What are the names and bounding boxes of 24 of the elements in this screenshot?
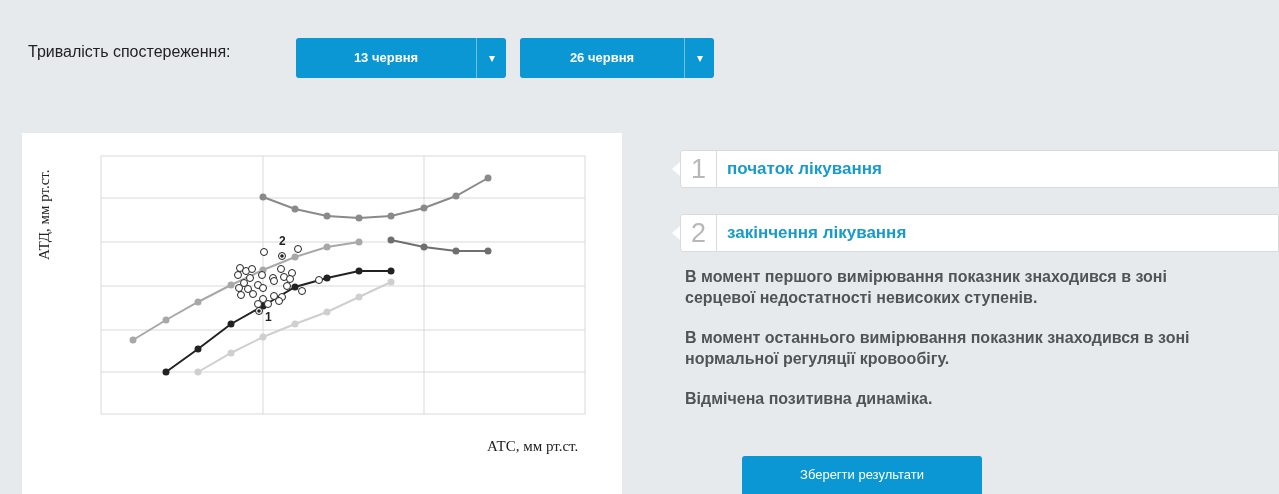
x-axis-title: АТС, мм рт.ст. [487,438,579,454]
data-point [258,271,266,279]
dropdown-value: 13 червня [352,49,420,68]
date-dropdown[interactable]: 13 червня ▾ [296,38,506,78]
marked-point [278,252,286,260]
data-point [294,245,302,253]
summary-text: В момент останнього вимірювання показник знаходився в зоні нормальної регуляції кровообігу. [685,328,1191,369]
dropdown-value: 26 червня [568,49,636,68]
marked-point [255,307,263,315]
step-label: закінчення лікування [727,222,907,245]
point-label: 1 [265,310,272,324]
save-button[interactable]: Зберегти результати [742,456,982,494]
period-label: Тривалість спостереження: [28,42,232,62]
y-axis-title: АТД, мм рт.ст. [36,169,52,260]
date-dropdown[interactable]: 26 червня ▾ [520,38,714,78]
step-label: початок лікування [727,158,882,181]
data-point [260,248,268,256]
summary-text: Відмічена позитивна динаміка. [685,389,934,409]
data-point [298,287,306,295]
step-number: 1 [681,151,717,187]
data-point [315,276,323,284]
step-number: 2 [681,215,717,251]
summary-text: В момент першого вимірювання показник знаходився в зоні серцевої недостатності невисоких ступенів. [685,267,1168,308]
point-label: 2 [279,234,286,248]
